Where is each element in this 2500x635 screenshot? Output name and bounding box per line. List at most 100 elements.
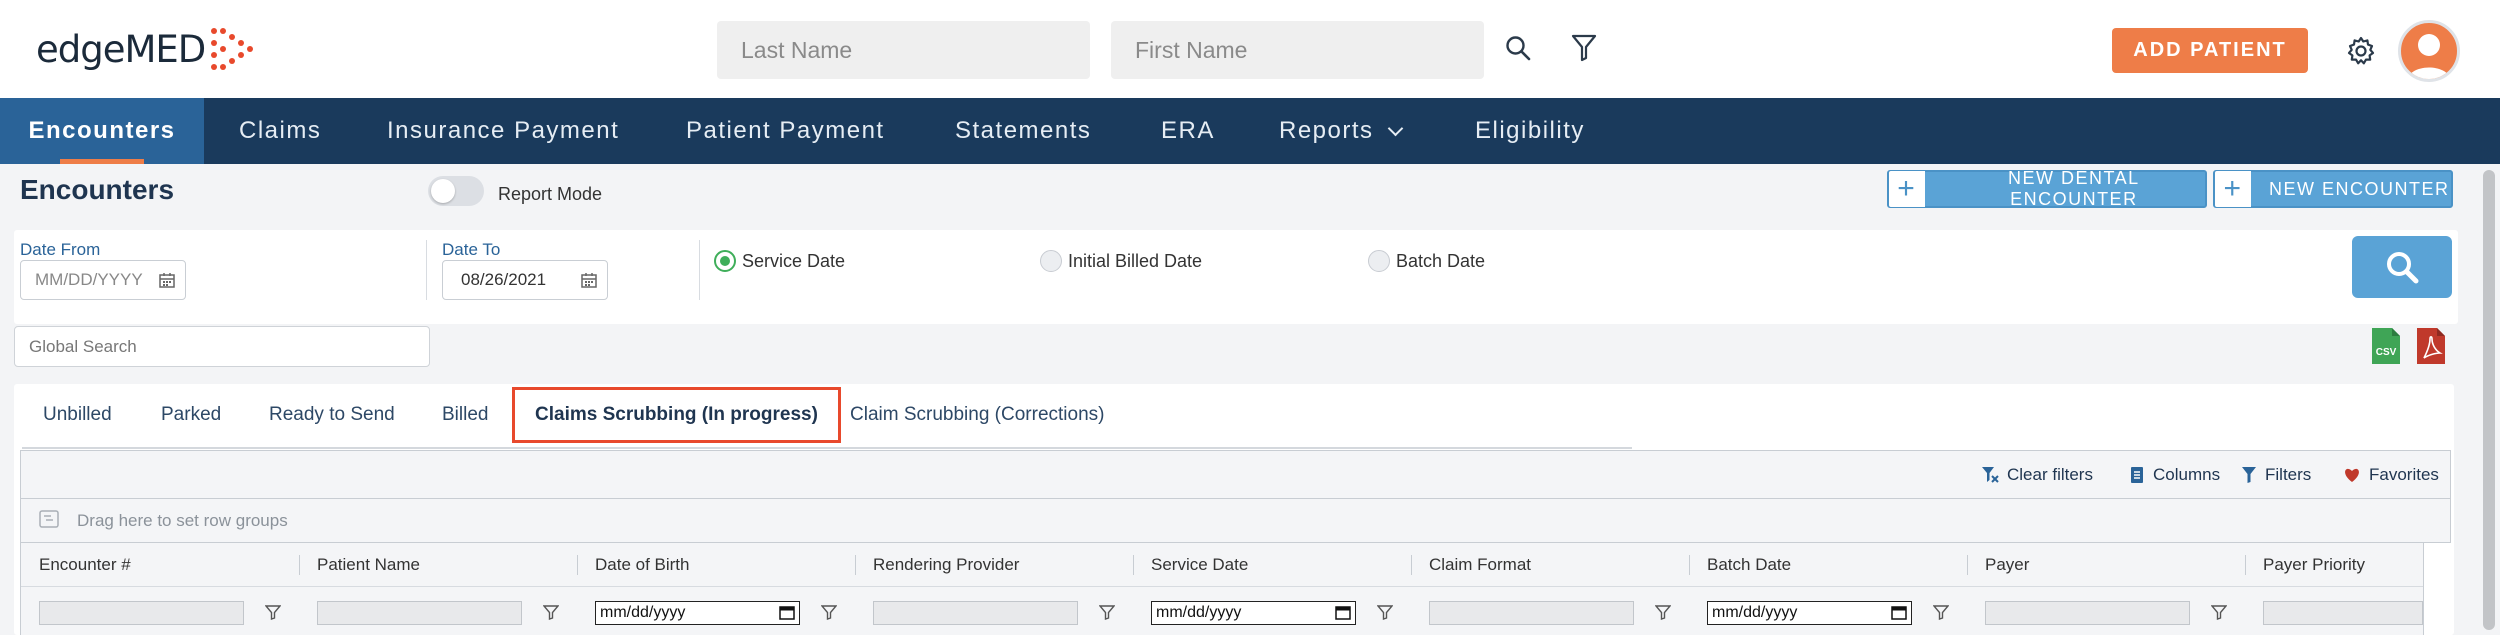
toolbar-label: Favorites — [2369, 465, 2439, 484]
plus-icon: + — [1889, 171, 1925, 207]
column-resize-handle[interactable] — [1689, 555, 1690, 575]
column-header-batch-date[interactable]: Batch Date — [1707, 555, 1791, 575]
column-resize-handle[interactable] — [1967, 555, 1968, 575]
funnel-icon[interactable] — [821, 604, 837, 620]
nav-label: Statements — [955, 117, 1092, 144]
column-header-payer[interactable]: Payer — [1985, 555, 2029, 575]
funnel-icon[interactable] — [1655, 604, 1671, 620]
nav-label: Patient Payment — [686, 117, 885, 144]
date-from-label: Date From — [20, 240, 101, 259]
nav-statements[interactable]: Statements — [955, 98, 1091, 164]
nav-reports[interactable]: Reports — [1279, 98, 1403, 164]
page-scrollbar-thumb[interactable] — [2483, 170, 2495, 630]
filter-icon[interactable] — [1566, 30, 1602, 66]
first-name-input[interactable] — [1111, 21, 1484, 79]
csv-export-icon[interactable]: CSV — [2370, 326, 2402, 366]
last-name-input[interactable] — [717, 21, 1090, 79]
nav-label: Claims — [239, 117, 322, 144]
column-resize-handle[interactable] — [855, 555, 856, 575]
column-header-patient-name[interactable]: Patient Name — [317, 555, 420, 575]
tab-claims-scrubbing-in-progress[interactable]: Claims Scrubbing (In progress) — [512, 387, 841, 443]
radio-initial-billed-date[interactable]: Initial Billed Date — [1040, 250, 1202, 272]
filter-input-payer-priority[interactable] — [2263, 601, 2423, 625]
column-resize-handle[interactable] — [2245, 555, 2246, 575]
nav-encounters[interactable]: Encounters — [0, 98, 204, 164]
tab-billed[interactable]: Billed — [442, 387, 488, 443]
column-resize-handle[interactable] — [299, 555, 300, 575]
date-to-input[interactable]: 08/26/2021 — [442, 260, 608, 300]
user-avatar[interactable] — [2398, 20, 2460, 82]
funnel-icon[interactable] — [1377, 604, 1393, 620]
toolbar-label: Columns — [2153, 465, 2221, 484]
heart-icon — [2345, 468, 2359, 482]
nav-era[interactable]: ERA — [1161, 98, 1215, 164]
row-group-bar[interactable]: Drag here to set row groups — [21, 499, 2450, 543]
filter-input-claim-format[interactable] — [1429, 601, 1634, 625]
tab-claim-scrubbing-corrections[interactable]: Claim Scrubbing (Corrections) — [850, 387, 1104, 443]
radio-batch-date[interactable]: Batch Date — [1368, 250, 1485, 272]
new-dental-encounter-button[interactable]: + NEW DENTAL ENCOUNTER — [1887, 168, 2207, 209]
tab-unbilled[interactable]: Unbilled — [43, 387, 112, 443]
columns-button[interactable]: Columns — [2129, 465, 2220, 485]
funnel-icon[interactable] — [1099, 604, 1115, 620]
toolbar-label: Clear filters — [2007, 465, 2093, 484]
date-from-input[interactable]: MM/DD/YYYY — [20, 260, 186, 300]
new-encounter-button[interactable]: + NEW ENCOUNTER — [2213, 170, 2453, 208]
column-resize-handle[interactable] — [1411, 555, 1412, 575]
button-label: NEW DENTAL ENCOUNTER — [2007, 168, 2140, 209]
toolbar-label: Filters — [2265, 465, 2312, 484]
edgemed-logo[interactable]: edgeMED — [36, 26, 254, 72]
tab-underline — [22, 447, 1632, 449]
search-button[interactable] — [2352, 236, 2452, 298]
filter-input-patient-name[interactable] — [317, 601, 522, 625]
column-header-encounter[interactable]: Encounter # — [39, 555, 131, 575]
filter-date-of-birth[interactable]: mm/dd/yyyy — [595, 601, 800, 625]
main-content: Encounters Report Mode + NEW DENTAL ENCO… — [0, 164, 2500, 635]
calendar-icon — [1891, 606, 1907, 620]
date-placeholder: mm/dd/yyyy — [600, 604, 686, 621]
nav-patient-payment[interactable]: Patient Payment — [686, 98, 885, 164]
filter-input-encounter[interactable] — [39, 601, 244, 625]
gear-icon[interactable] — [2343, 33, 2379, 69]
tab-ready-to-send[interactable]: Ready to Send — [269, 387, 395, 443]
funnel-icon[interactable] — [543, 604, 559, 620]
filter-input-rendering-provider[interactable] — [873, 601, 1078, 625]
column-header-date-of-birth[interactable]: Date of Birth — [595, 555, 690, 575]
nav-insurance-payment[interactable]: Insurance Payment — [387, 98, 619, 164]
divider — [426, 240, 427, 300]
page-scrollbar[interactable] — [2478, 164, 2500, 635]
column-header-service-date[interactable]: Service Date — [1151, 555, 1248, 575]
filters-button[interactable]: Filters — [2241, 465, 2311, 485]
filter-service-date[interactable]: mm/dd/yyyy — [1151, 601, 1356, 625]
funnel-icon[interactable] — [2211, 604, 2227, 620]
column-header-claim-format[interactable]: Claim Format — [1429, 555, 1531, 575]
search-icon[interactable] — [1500, 30, 1536, 66]
csv-label: CSV — [2376, 347, 2397, 358]
column-resize-handle[interactable] — [577, 555, 578, 575]
radio-label: Initial Billed Date — [1068, 250, 1203, 271]
grid-vertical-scrollbar[interactable] — [2423, 543, 2452, 635]
global-search-input[interactable] — [14, 326, 430, 367]
column-header-payer-priority[interactable]: Payer Priority — [2263, 555, 2365, 575]
funnel-icon[interactable] — [1933, 604, 1949, 620]
tab-parked[interactable]: Parked — [161, 387, 221, 443]
clear-filters-button[interactable]: Clear filters — [1981, 465, 2093, 485]
column-resize-handle[interactable] — [1133, 555, 1134, 575]
calendar-icon — [1335, 606, 1351, 620]
date-placeholder: mm/dd/yyyy — [1156, 604, 1242, 621]
filter-batch-date[interactable]: mm/dd/yyyy — [1707, 601, 1912, 625]
pdf-export-icon[interactable] — [2415, 326, 2447, 366]
nav-eligibility[interactable]: Eligibility — [1475, 98, 1585, 164]
divider — [699, 240, 700, 300]
filter-input-payer[interactable] — [1985, 601, 2190, 625]
report-mode-toggle[interactable] — [428, 176, 484, 206]
radio-service-date[interactable]: Service Date — [714, 250, 845, 272]
plus-icon: + — [2215, 171, 2251, 207]
date-from-placeholder: MM/DD/YYYY — [35, 270, 143, 289]
favorites-button[interactable]: Favorites — [2343, 465, 2439, 485]
nav-claims[interactable]: Claims — [239, 98, 321, 164]
add-patient-button[interactable]: ADD PATIENT — [2112, 28, 2308, 73]
logo-dots-icon — [211, 28, 254, 70]
column-header-rendering-provider[interactable]: Rendering Provider — [873, 555, 1019, 575]
funnel-icon[interactable] — [265, 604, 281, 620]
